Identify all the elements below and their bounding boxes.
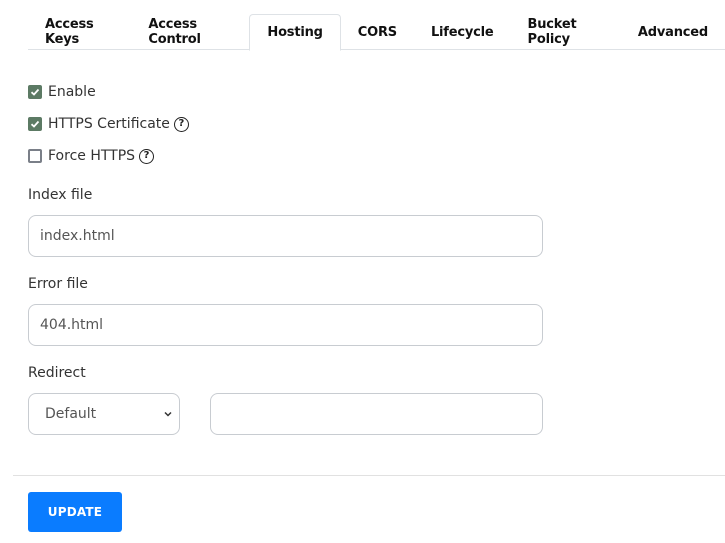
checkmark-icon: [30, 120, 40, 128]
force-https-checkbox[interactable]: [28, 149, 42, 163]
tab-bucket-policy[interactable]: Bucket Policy: [511, 14, 621, 50]
tab-cors[interactable]: CORS: [341, 14, 414, 50]
https-certificate-checkbox[interactable]: [28, 117, 42, 131]
checkmark-icon: [30, 88, 40, 96]
https-certificate-option[interactable]: HTTPS Certificate ?: [28, 114, 189, 134]
tab-access-control[interactable]: Access Control: [131, 14, 249, 50]
index-file-input[interactable]: [28, 215, 543, 257]
tab-access-keys[interactable]: Access Keys: [28, 14, 131, 50]
tab-hosting[interactable]: Hosting: [249, 14, 341, 51]
enable-label: Enable: [48, 84, 96, 100]
force-https-label: Force HTTPS: [48, 148, 136, 164]
help-icon[interactable]: ?: [173, 116, 189, 132]
tab-lifecycle[interactable]: Lifecycle: [414, 14, 511, 50]
enable-option[interactable]: Enable: [28, 82, 189, 102]
hosting-options: Enable HTTPS Certificate ? Force HTTPS ?: [28, 82, 189, 178]
redirect-select[interactable]: Default: [28, 393, 180, 435]
error-file-input[interactable]: [28, 304, 543, 346]
https-certificate-label: HTTPS Certificate: [48, 116, 170, 132]
index-file-label: Index file: [28, 187, 93, 203]
divider: [13, 475, 725, 476]
redirect-target-input[interactable]: [210, 393, 543, 435]
tab-advanced[interactable]: Advanced: [621, 14, 725, 50]
tab-bar: Access Keys Access Control Hosting CORS …: [28, 14, 725, 51]
enable-checkbox[interactable]: [28, 85, 42, 99]
force-https-option[interactable]: Force HTTPS ?: [28, 146, 189, 166]
update-button[interactable]: UPDATE: [28, 492, 122, 532]
error-file-label: Error file: [28, 276, 88, 292]
help-icon[interactable]: ?: [139, 148, 155, 164]
chevron-down-icon: [164, 411, 172, 417]
redirect-select-value: Default: [45, 406, 97, 422]
redirect-label: Redirect: [28, 365, 86, 381]
